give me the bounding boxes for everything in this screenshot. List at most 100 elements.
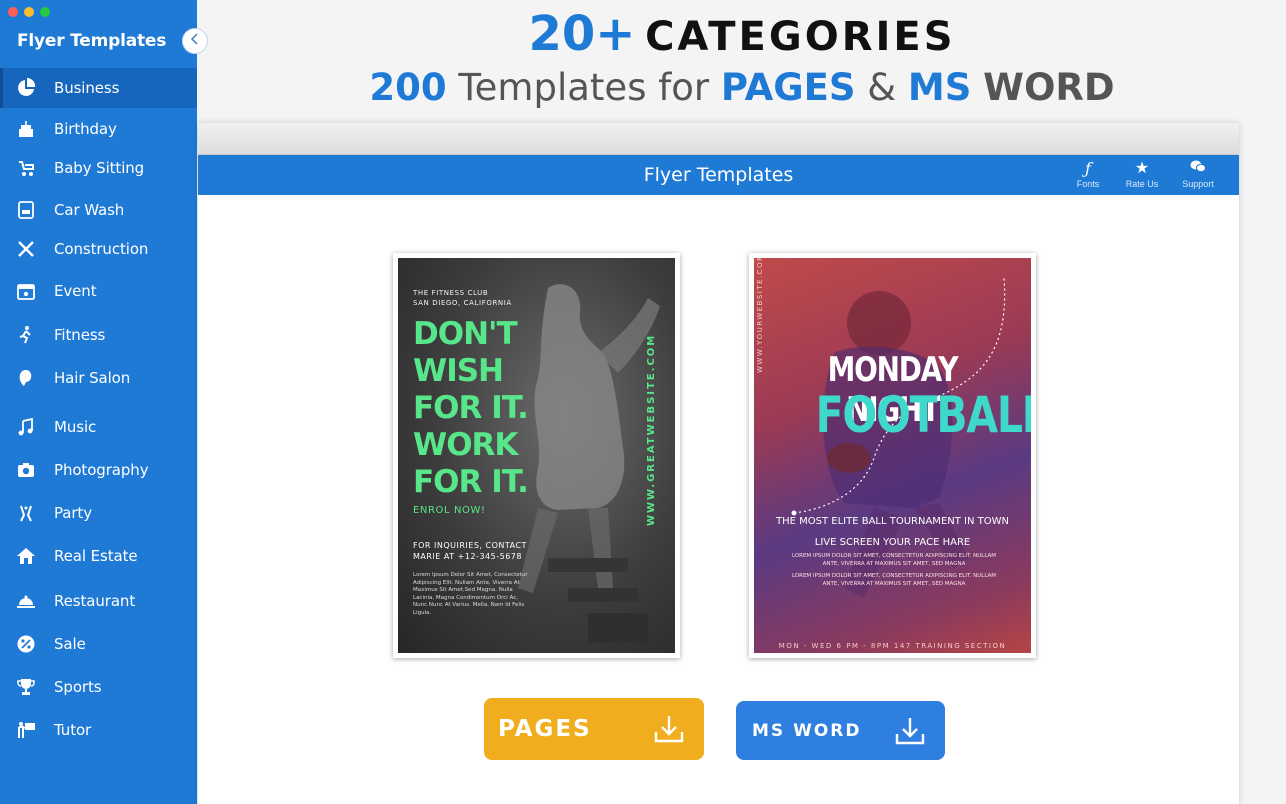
fonts-label: Fonts [1076,179,1100,189]
sidebar-item-label: Construction [54,240,149,258]
percent-badge-icon [15,633,37,655]
teacher-icon [15,719,37,741]
camera-icon [15,459,37,481]
flyer-football-artwork: WWW.YOURWEBSITE.COM MONDAY NIGHT FOOTBAL… [754,258,1031,653]
download-ms-word-label: MS WORD [752,720,862,741]
flyer-preview-fitness[interactable]: THE FITNESS CLUB SAN DIEGO, CALIFORNIA D… [393,253,680,658]
banner-templates-count: 200 [369,66,447,109]
fitness-website: WWW.GREATWEBSITE.COM [646,333,657,526]
sidebar-item-tutor[interactable]: Tutor [0,710,197,750]
sidebar-item-label: Music [54,418,97,436]
sidebar-item-birthday[interactable]: Birthday [0,109,197,149]
car-wash-icon [15,199,37,221]
sidebar: Flyer Templates Business Birthday Baby S… [0,0,197,804]
tools-icon [15,238,37,260]
sidebar-item-label: Photography [54,461,149,479]
fitness-headline-line: FOR IT. [413,390,529,426]
download-icon [893,714,927,748]
sidebar-item-label: Sale [54,635,86,653]
banner-categories: CATEGORIES [645,14,956,60]
banner-headline: 20+ CATEGORIES [198,6,1286,62]
sidebar-item-sports[interactable]: Sports [0,667,197,707]
fitness-headline: DON'T WISH FOR IT. WORK FOR IT. [413,316,533,501]
banner-word: WORD [983,66,1115,109]
support-label: Support [1182,179,1214,189]
sidebar-item-label: Tutor [54,721,92,739]
football-tagline: THE MOST ELITE BALL TOURNAMENT IN TOWN [776,516,1009,527]
fitness-inquiry: FOR INQUIRIES, CONTACT MARIE AT +12-345-… [413,541,527,561]
window-titlebar[interactable] [198,123,1239,155]
download-icon [652,712,686,746]
minimize-window-button[interactable] [24,7,34,17]
download-ms-word-button[interactable]: MS WORD [736,701,945,760]
music-note-icon [15,416,37,438]
sidebar-item-label: Fitness [54,326,106,344]
sidebar-item-photography[interactable]: Photography [0,450,197,490]
flyer-preview-football[interactable]: WWW.YOURWEBSITE.COM MONDAY NIGHT FOOTBAL… [749,253,1036,658]
sidebar-item-hair-salon[interactable]: Hair Salon [0,358,197,398]
pie-chart-icon [15,77,37,99]
sidebar-item-event[interactable]: Event [0,271,197,311]
close-window-button[interactable] [8,7,18,17]
sidebar-item-construction[interactable]: Construction [0,229,197,269]
download-pages-label: PAGES [498,716,592,742]
sidebar-item-party[interactable]: Party [0,493,197,533]
banner-templates-text: Templates for [458,66,710,109]
football-body-text: LOREM IPSUM DOLOR SIT AMET, CONSECTETUR … [791,573,997,587]
football-headline-line2: FOOTBALL [815,386,1031,444]
font-icon: ƒ [1085,159,1091,178]
sidebar-item-label: Baby Sitting [54,159,145,177]
sidebar-item-label: Birthday [54,120,117,138]
sidebar-item-label: Sports [54,678,102,696]
chevron-left-icon [190,32,200,50]
sidebar-item-label: Hair Salon [54,369,131,387]
sidebar-item-business[interactable]: Business [0,68,197,108]
rate-us-button[interactable]: ★ Rate Us [1118,159,1166,191]
banner-ms: MS [907,66,972,109]
window-controls [8,7,50,17]
fitness-headline-line: FOR IT. [413,464,529,500]
banner-count: 20+ [528,6,636,62]
stroller-icon [15,157,37,179]
banner-amp: & [867,66,897,109]
football-subtagline: LIVE SCREEN YOUR PACE HARE [814,537,971,548]
football-website: WWW.YOURWEBSITE.COM [756,258,764,373]
fitness-enrol: ENROL NOW! [413,505,486,516]
sidebar-item-restaurant[interactable]: Restaurant [0,581,197,621]
app-window: Flyer Templates ƒ Fonts ★ Rate Us Suppor… [198,123,1239,804]
fitness-club-name: THE FITNESS CLUB [413,289,489,297]
window-header: Flyer Templates ƒ Fonts ★ Rate Us Suppor… [198,155,1239,195]
trophy-icon [15,676,37,698]
sidebar-item-car-wash[interactable]: Car Wash [0,190,197,230]
banner-subheadline: 200 Templates for PAGES & MS WORD [198,66,1286,109]
chat-bubbles-icon [1174,159,1222,179]
sidebar-item-sale[interactable]: Sale [0,624,197,664]
sidebar-item-label: Business [54,79,120,97]
flyer-fitness-artwork: THE FITNESS CLUB SAN DIEGO, CALIFORNIA D… [398,258,675,653]
sidebar-item-real-estate[interactable]: Real Estate [0,536,197,576]
sidebar-item-label: Party [54,504,92,522]
fitness-headline-line: DON'T [413,316,518,352]
sidebar-item-label: Real Estate [54,547,138,565]
fitness-headline-line: WISH [413,353,504,389]
party-icon [15,502,37,524]
zoom-window-button[interactable] [40,7,50,17]
collapse-sidebar-button[interactable] [182,28,208,54]
download-pages-button[interactable]: PAGES [484,698,704,760]
fonts-button[interactable]: ƒ Fonts [1064,159,1112,191]
football-player-photo [791,277,1006,598]
calendar-icon [15,280,37,302]
football-body-text: LOREM IPSUM DOLOR SIT AMET, CONSECTETUR … [791,553,997,567]
sidebar-item-music[interactable]: Music [0,407,197,447]
sidebar-item-fitness[interactable]: Fitness [0,315,197,355]
sidebar-item-label: Car Wash [54,201,125,219]
sidebar-item-baby-sitting[interactable]: Baby Sitting [0,148,197,188]
sidebar-item-label: Restaurant [54,592,136,610]
cloche-icon [15,590,37,612]
support-button[interactable]: Support [1174,159,1222,191]
star-icon: ★ [1134,160,1150,177]
fitness-headline-line: WORK [413,427,518,463]
hair-icon [15,367,37,389]
fitness-location: SAN DIEGO, CALIFORNIA [413,299,512,307]
sidebar-item-label: Event [54,282,97,300]
